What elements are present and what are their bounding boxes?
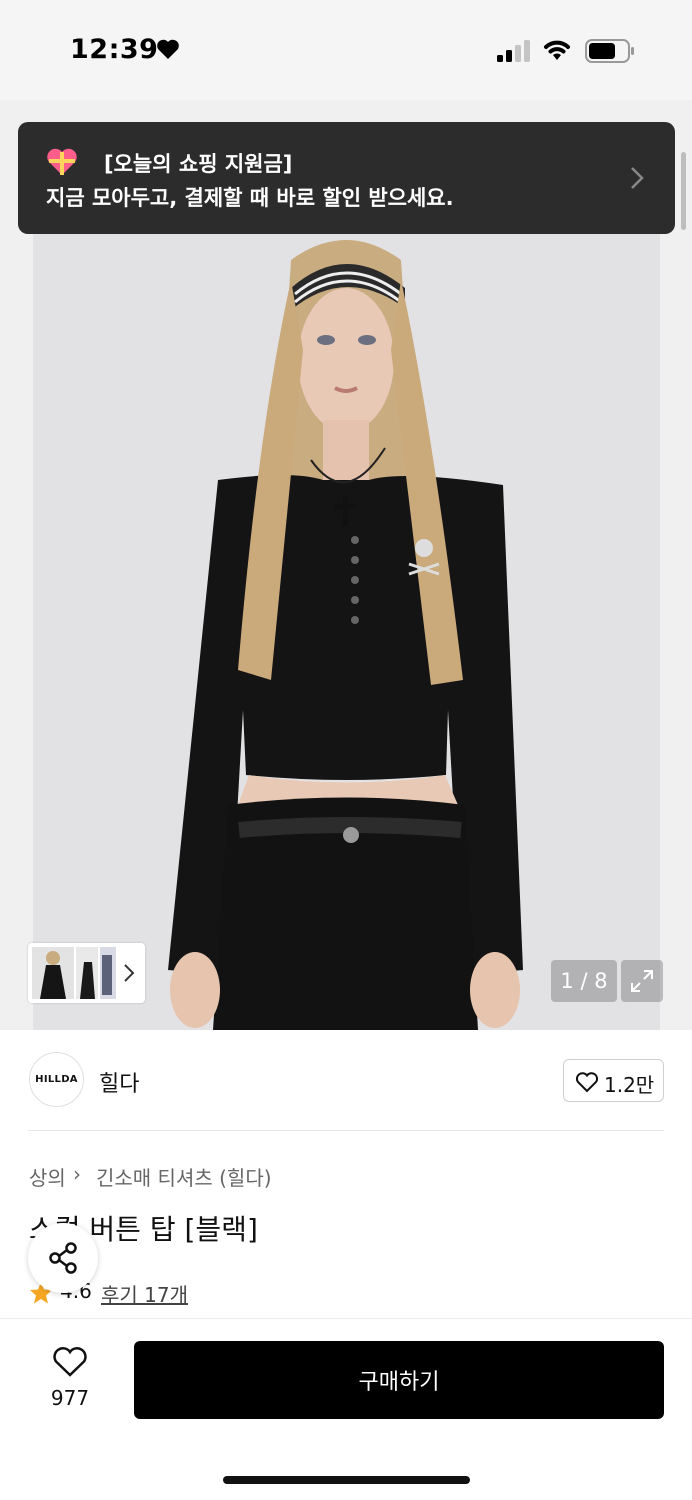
image-counter: 1 / 8 [551, 960, 617, 1002]
brand-like-count: 1.2만 [604, 1073, 655, 1097]
divider [28, 1130, 664, 1131]
wifi-icon [544, 40, 570, 60]
banner-subtitle: 지금 모아두고, 결제할 때 바로 할인 받으세요. [46, 186, 454, 210]
heart-icon [157, 39, 179, 59]
cellular-signal-icon [497, 40, 530, 62]
buy-button[interactable]: 구매하기 [134, 1341, 664, 1419]
thumbnail-strip[interactable] [28, 943, 145, 1003]
reviews-link[interactable]: 후기 17개 [101, 1279, 188, 1308]
status-bar: 12:39 [0, 0, 692, 100]
heart-outline-icon[interactable] [52, 1346, 88, 1378]
chevron-right-icon [631, 167, 644, 189]
wish-count: 977 [50, 1386, 90, 1410]
banner-title: [오늘의 쇼핑 지원금] [104, 152, 293, 176]
chevron-right-icon [124, 964, 135, 982]
home-indicator [223, 1476, 470, 1484]
brand-like-button[interactable]: 1.2만 [563, 1059, 664, 1102]
brand-name[interactable]: 힐다 [99, 1066, 139, 1098]
thumbnail-images [32, 947, 116, 999]
breadcrumb-separator: › [73, 1162, 81, 1186]
expand-icon [631, 970, 653, 992]
battery-icon [585, 39, 634, 63]
fullscreen-button[interactable] [621, 960, 663, 1002]
share-button[interactable] [28, 1223, 98, 1293]
brand-logo[interactable]: HILLDA [29, 1052, 84, 1107]
heart-outline-icon [575, 1072, 599, 1093]
share-icon [49, 1242, 77, 1274]
product-photo [33, 230, 660, 1030]
breadcrumb-category[interactable]: 상의 [29, 1162, 66, 1191]
breadcrumb-subcategory[interactable]: 긴소매 티셔츠 (힐다) [96, 1162, 272, 1191]
promo-banner[interactable]: [오늘의 쇼핑 지원금] 지금 모아두고, 결제할 때 바로 할인 받으세요. [18, 122, 675, 234]
status-time: 12:39 [70, 34, 159, 65]
gift-heart-icon [47, 148, 77, 175]
product-gallery[interactable] [0, 100, 692, 1030]
scrollbar [681, 152, 686, 230]
